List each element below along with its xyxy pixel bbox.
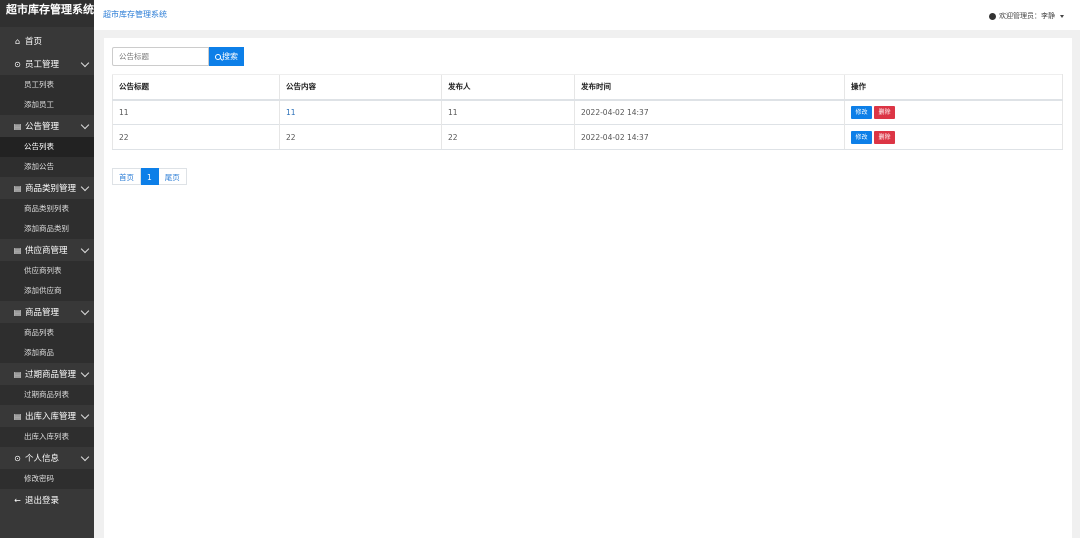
- first-page-link[interactable]: 首页: [112, 168, 141, 185]
- page-1-link[interactable]: 1: [141, 168, 159, 185]
- delete-button[interactable]: 删除: [874, 130, 895, 144]
- column-header: 公告内容: [279, 74, 442, 101]
- cell-time: 2022-04-02 14:37: [574, 124, 845, 150]
- pagination: 首页 1 尾页: [112, 168, 187, 185]
- gear-icon: ⊙: [14, 453, 21, 463]
- chevron-down-icon: [80, 58, 90, 67]
- sidebar-item-expired-list[interactable]: 过期商品列表: [0, 385, 94, 405]
- search-button[interactable]: 搜索: [209, 47, 244, 66]
- sidebar-item-stock-list[interactable]: 出库入库列表: [0, 427, 94, 447]
- sidebar-item-change-password[interactable]: 修改密码: [0, 469, 94, 489]
- sidebar-group-suppliers[interactable]: ▤ 供应商管理: [0, 239, 94, 261]
- chevron-down-icon: [80, 452, 90, 461]
- sidebar-item-add-product[interactable]: 添加商品: [0, 343, 94, 363]
- cell-content: 11: [279, 99, 442, 125]
- gear-icon: ⊙: [14, 59, 21, 69]
- document-icon: ▤: [13, 369, 22, 379]
- user-menu[interactable]: 欢迎管理员：李静: [989, 11, 1064, 21]
- document-icon: ▤: [13, 121, 22, 131]
- sidebar-item-home[interactable]: ⌂ 首页: [0, 29, 94, 53]
- sidebar-item-add-supplier[interactable]: 添加供应商: [0, 281, 94, 301]
- cell-content: 22: [279, 124, 442, 150]
- cell-actions: 修改 删除: [844, 124, 1063, 150]
- home-icon: ⌂: [14, 36, 21, 46]
- chevron-down-icon: [80, 368, 90, 377]
- sidebar-item-category-list[interactable]: 商品类别列表: [0, 199, 94, 219]
- column-header: 公告标题: [112, 74, 280, 101]
- cell-actions: 修改 删除: [844, 99, 1063, 125]
- sidebar-group-notices[interactable]: ▤ 公告管理: [0, 115, 94, 137]
- app-title: 超市库存管理系统: [0, 0, 94, 27]
- document-icon: ▤: [13, 183, 22, 193]
- table-row: 11 11 11 2022-04-02 14:37 修改 删除: [112, 99, 1063, 125]
- column-header: 发布人: [441, 74, 575, 101]
- table-header-row: 公告标题 公告内容 发布人 发布时间 操作: [112, 74, 1063, 101]
- sidebar-group-expired[interactable]: ▤ 过期商品管理: [0, 363, 94, 385]
- edit-button[interactable]: 修改: [851, 130, 872, 144]
- cell-title: 11: [112, 99, 280, 125]
- notice-table: 公告标题 公告内容 发布人 发布时间 操作 11 11 11 2022-04-0…: [112, 74, 1063, 150]
- breadcrumb[interactable]: 超市库存管理系统: [103, 9, 167, 20]
- document-icon: ▤: [13, 411, 22, 421]
- search-icon: [215, 53, 221, 60]
- table-row: 22 22 22 2022-04-02 14:37 修改 删除: [112, 124, 1063, 150]
- cell-publisher: 11: [441, 99, 575, 125]
- column-header: 操作: [844, 74, 1063, 101]
- cell-title: 22: [112, 124, 280, 150]
- sidebar-group-categories[interactable]: ▤ 商品类别管理: [0, 177, 94, 199]
- chevron-down-icon: [80, 120, 90, 129]
- chevron-down-icon: [80, 306, 90, 315]
- sidebar-group-products[interactable]: ▤ 商品管理: [0, 301, 94, 323]
- top-bar: 超市库存管理系统 欢迎管理员：李静: [94, 0, 1080, 30]
- user-icon: [989, 12, 996, 20]
- cell-time: 2022-04-02 14:37: [574, 99, 845, 125]
- sidebar-group-employees[interactable]: ⊙ 员工管理: [0, 53, 94, 75]
- column-header: 发布时间: [574, 74, 845, 101]
- sidebar-item-notice-list[interactable]: 公告列表: [0, 137, 94, 157]
- document-icon: ▤: [13, 245, 22, 255]
- cell-publisher: 22: [441, 124, 575, 150]
- search-bar: 搜索: [112, 47, 244, 66]
- sidebar-group-stock[interactable]: ▤ 出库入库管理: [0, 405, 94, 427]
- search-input[interactable]: [112, 47, 209, 66]
- chevron-down-icon: [80, 182, 90, 191]
- delete-button[interactable]: 删除: [874, 105, 895, 119]
- sidebar-item-supplier-list[interactable]: 供应商列表: [0, 261, 94, 281]
- sidebar-item-add-notice[interactable]: 添加公告: [0, 157, 94, 177]
- sidebar-item-product-list[interactable]: 商品列表: [0, 323, 94, 343]
- last-page-link[interactable]: 尾页: [158, 168, 187, 185]
- sidebar-item-add-category[interactable]: 添加商品类别: [0, 219, 94, 239]
- sidebar-item-logout[interactable]: ← 退出登录: [0, 489, 94, 511]
- sidebar-item-employee-list[interactable]: 员工列表: [0, 75, 94, 95]
- content-panel: 搜索 公告标题 公告内容 发布人 发布时间 操作 11 11 11 2022-0…: [104, 38, 1072, 538]
- caret-down-icon: [1060, 14, 1064, 18]
- sidebar-group-profile[interactable]: ⊙ 个人信息: [0, 447, 94, 469]
- arrow-left-icon: ←: [14, 495, 21, 505]
- chevron-down-icon: [80, 244, 90, 253]
- sidebar: 超市库存管理系统 ⌂ 首页 ⊙ 员工管理 员工列表 添加员工 ▤ 公告管理 公告列表 …: [0, 0, 94, 538]
- user-label: 欢迎管理员：李静: [999, 12, 1055, 20]
- edit-button[interactable]: 修改: [851, 105, 872, 119]
- document-icon: ▤: [13, 307, 22, 317]
- chevron-down-icon: [80, 410, 90, 419]
- sidebar-item-add-employee[interactable]: 添加员工: [0, 95, 94, 115]
